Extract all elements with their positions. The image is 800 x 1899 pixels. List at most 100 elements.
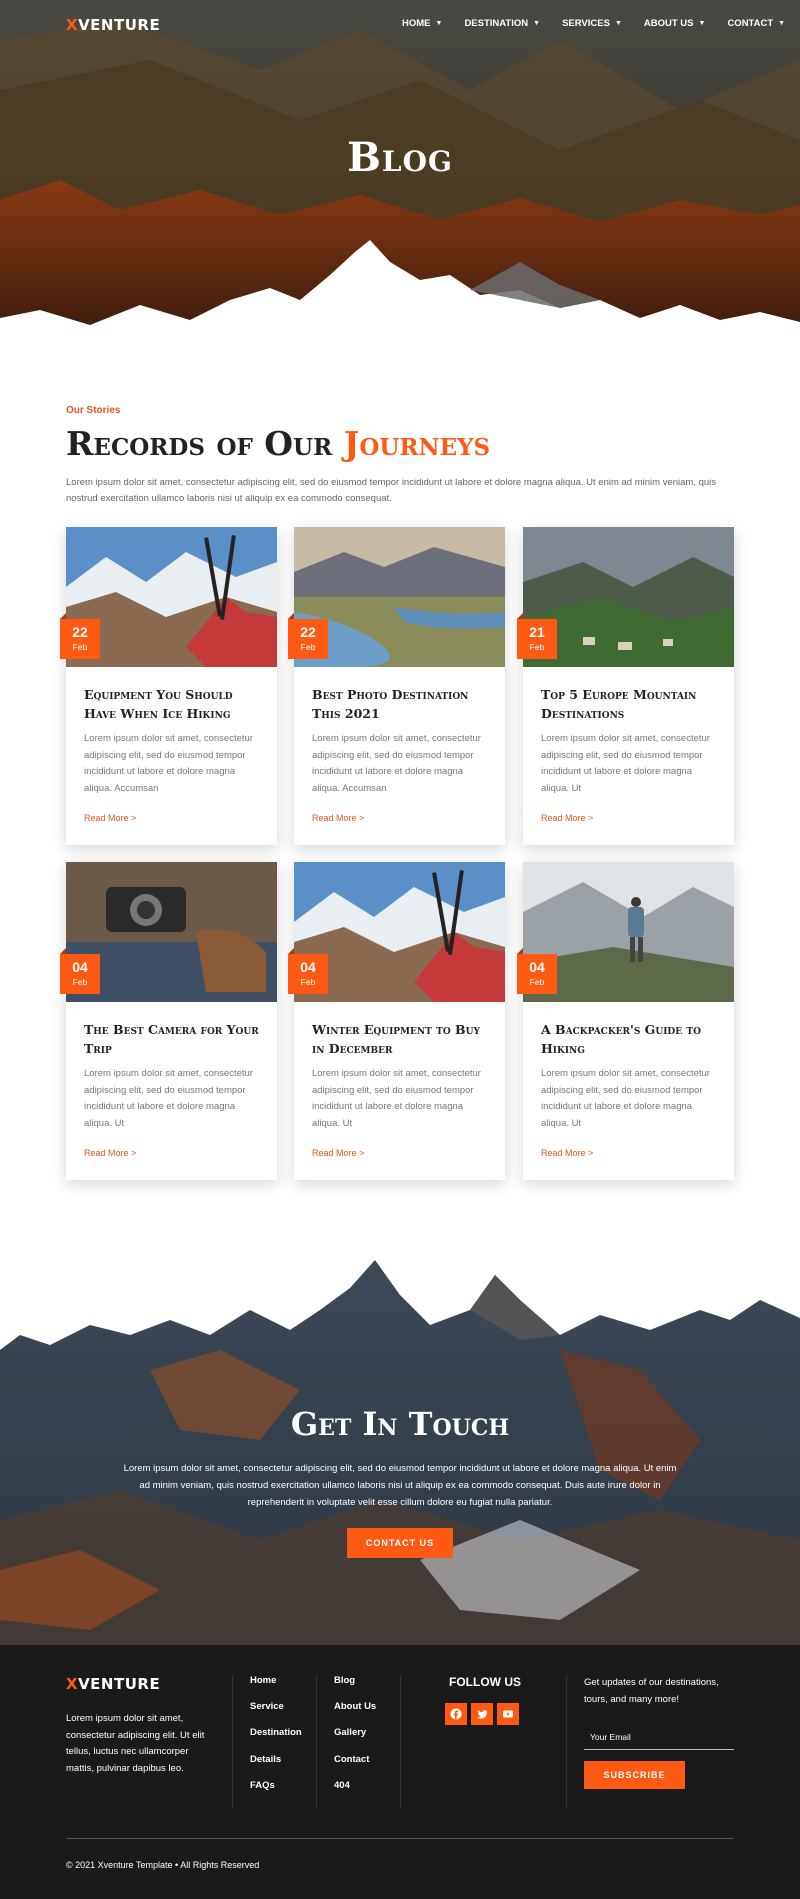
- post-excerpt: Lorem ipsum dolor sit amet, consectetur …: [84, 1068, 253, 1129]
- post-day: 04: [529, 959, 545, 975]
- footer-link-404[interactable]: 404: [334, 1780, 350, 1791]
- newsletter-email-input[interactable]: [584, 1725, 734, 1750]
- site-footer: XVENTURE Lorem ipsum dolor sit amet, con…: [0, 1645, 800, 1899]
- newsletter-text: Get updates of our destinations, tours, …: [584, 1677, 719, 1705]
- headline-main: Records of Our: [66, 424, 344, 463]
- contact-us-button[interactable]: CONTACT US: [347, 1528, 453, 1558]
- logo-x: X: [66, 16, 79, 34]
- read-more-link[interactable]: Read More >: [312, 1148, 364, 1158]
- read-more-link[interactable]: Read More >: [541, 813, 593, 823]
- contact-text: Lorem ipsum dolor sit amet, consectetur …: [123, 1463, 677, 1508]
- post-title[interactable]: Top 5 Europe Mountain Destinations: [541, 685, 716, 723]
- chevron-down-icon: ▼: [698, 20, 706, 27]
- nav-label: SERVICES: [562, 18, 610, 29]
- nav-label: DESTINATION: [464, 18, 529, 29]
- post-day: 04: [300, 959, 316, 975]
- post-title[interactable]: The Best Camera for Your Trip: [84, 1020, 259, 1058]
- post-excerpt: Lorem ipsum dolor sit amet, consectetur …: [312, 1068, 481, 1129]
- footer-link-faqs[interactable]: FAQs: [250, 1780, 275, 1791]
- site-logo[interactable]: XVENTURE: [66, 16, 160, 34]
- post-excerpt: Lorem ipsum dolor sit amet, consectetur …: [312, 733, 481, 794]
- post-date-badge: 04 Feb: [517, 948, 557, 994]
- footer-divider: [566, 1675, 567, 1809]
- footer-divider: [232, 1675, 233, 1809]
- footer-link-contact[interactable]: Contact: [334, 1754, 369, 1765]
- footer-divider: [400, 1675, 401, 1809]
- footer-rule: [66, 1838, 734, 1839]
- twitter-icon[interactable]: [471, 1703, 493, 1725]
- copyright-text: © 2021 Xventure Template • All Rights Re…: [66, 1860, 260, 1870]
- post-day: 22: [72, 624, 88, 640]
- post-month: Feb: [529, 642, 545, 652]
- nav-item-about-us[interactable]: ABOUT US ▼: [644, 18, 706, 29]
- blog-card[interactable]: 04 Feb Winter Equipment to Buy in Decembe…: [288, 862, 505, 1180]
- nav-item-services[interactable]: SERVICES ▼: [562, 18, 622, 29]
- post-excerpt: Lorem ipsum dolor sit amet, consectetur …: [541, 733, 710, 794]
- headline-accent: Journeys: [343, 424, 491, 463]
- section-eyebrow: Our Stories: [66, 405, 121, 416]
- nav-item-destination[interactable]: DESTINATION ▼: [464, 18, 540, 29]
- blog-card[interactable]: 22 Feb Equipment You Should Have When Ice…: [60, 527, 277, 845]
- post-date-badge: 04 Feb: [60, 948, 100, 994]
- logo-text: VENTURE: [78, 16, 161, 34]
- youtube-icon[interactable]: [497, 1703, 519, 1725]
- post-day: 04: [72, 959, 88, 975]
- facebook-icon[interactable]: [445, 1703, 467, 1725]
- post-month: Feb: [72, 977, 88, 987]
- footer-link-about-us[interactable]: About Us: [334, 1701, 376, 1712]
- post-day: 21: [529, 624, 545, 640]
- contact-banner: Get In Touch Lorem ipsum dolor sit amet,…: [0, 1240, 800, 1645]
- post-title[interactable]: Equipment You Should Have When Ice Hikin…: [84, 685, 259, 723]
- post-title[interactable]: Winter Equipment to Buy in December: [312, 1020, 487, 1058]
- footer-link-gallery[interactable]: Gallery: [334, 1727, 366, 1738]
- post-title[interactable]: A Backpacker's Guide to Hiking: [541, 1020, 716, 1058]
- main-nav: HOME ▼ DESTINATION ▼ SERVICES ▼ ABOUT US ▼ C…: [402, 18, 785, 29]
- chevron-down-icon: ▼: [614, 20, 622, 27]
- nav-label: CONTACT: [727, 18, 774, 29]
- page-title: Blog: [347, 134, 453, 181]
- footer-about: Lorem ipsum dolor sit amet, consectetur …: [66, 1713, 205, 1774]
- post-date-badge: 04 Feb: [288, 948, 328, 994]
- post-title[interactable]: Best Photo Destination This 2021: [312, 685, 487, 723]
- post-month: Feb: [529, 977, 545, 987]
- nav-label: ABOUT US: [643, 18, 694, 29]
- chevron-down-icon: ▼: [778, 20, 786, 27]
- post-day: 22: [300, 624, 316, 640]
- post-date-badge: 22 Feb: [288, 613, 328, 659]
- contact-title: Get In Touch: [290, 1405, 510, 1443]
- nav-label: HOME: [402, 18, 431, 29]
- post-excerpt: Lorem ipsum dolor sit amet, consectetur …: [541, 1068, 710, 1129]
- post-date-badge: 21 Feb: [517, 613, 557, 659]
- section-intro: Lorem ipsum dolor sit amet, consectetur …: [66, 477, 717, 504]
- post-month: Feb: [300, 977, 316, 987]
- footer-link-blog[interactable]: Blog: [334, 1675, 355, 1686]
- footer-logo[interactable]: XVENTURE: [66, 1675, 160, 1693]
- blog-card[interactable]: 22 Feb Best Photo Destination This 2021 L…: [288, 527, 505, 845]
- blog-card[interactable]: 04 Feb The Best Camera for Your Trip Lore…: [60, 862, 277, 1180]
- post-month: Feb: [300, 642, 316, 652]
- follow-title: FOLLOW US: [449, 1675, 521, 1689]
- post-excerpt: Lorem ipsum dolor sit amet, consectetur …: [84, 733, 253, 794]
- section-headline: Records of Our Journeys: [66, 424, 490, 463]
- hero-banner: XVENTURE HOME ▼ DESTINATION ▼ SERVICES ▼ AB…: [0, 0, 800, 340]
- post-date-badge: 22 Feb: [60, 613, 100, 659]
- footer-link-destination[interactable]: Destination: [250, 1727, 302, 1738]
- footer-divider: [316, 1675, 317, 1809]
- nav-item-home[interactable]: HOME ▼: [402, 18, 442, 29]
- nav-item-contact[interactable]: CONTACT ▼: [727, 18, 785, 29]
- read-more-link[interactable]: Read More >: [541, 1148, 593, 1158]
- post-month: Feb: [72, 642, 88, 652]
- read-more-link[interactable]: Read More >: [84, 813, 136, 823]
- logo-x: X: [66, 1675, 79, 1693]
- blog-card[interactable]: 04 Feb A Backpacker's Guide to Hiking Lor…: [517, 862, 734, 1180]
- footer-link-home[interactable]: Home: [250, 1675, 276, 1686]
- chevron-down-icon: ▼: [435, 20, 443, 27]
- logo-text: VENTURE: [78, 1675, 161, 1693]
- footer-link-service[interactable]: Service: [250, 1701, 284, 1712]
- read-more-link[interactable]: Read More >: [84, 1148, 136, 1158]
- blog-card[interactable]: 21 Feb Top 5 Europe Mountain Destinations…: [517, 527, 734, 845]
- chevron-down-icon: ▼: [533, 20, 541, 27]
- read-more-link[interactable]: Read More >: [312, 813, 364, 823]
- footer-link-details[interactable]: Details: [250, 1754, 281, 1765]
- subscribe-button[interactable]: SUBSCRIBE: [584, 1761, 685, 1789]
